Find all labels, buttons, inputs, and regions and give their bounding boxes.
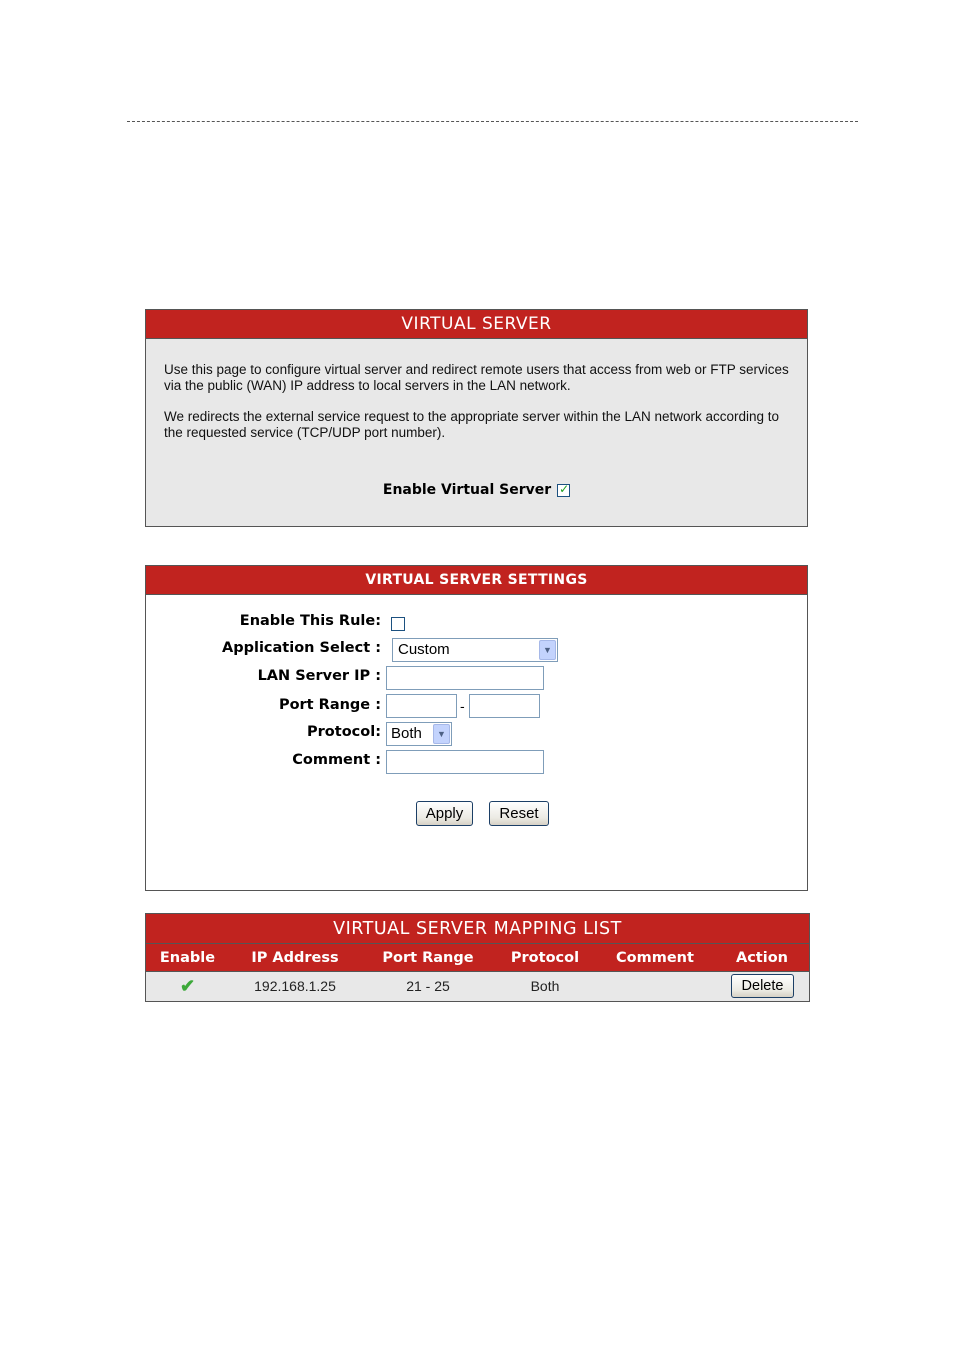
enable-virtual-server-label: Enable Virtual Server: [382, 482, 552, 498]
protocol-select-value: Both: [391, 725, 422, 742]
row-protocol: Both: [530, 978, 560, 994]
chevron-down-icon: ▼: [433, 724, 450, 744]
port-range-label: Port Range :: [278, 697, 381, 713]
column-header-port-range: Port Range: [382, 950, 474, 966]
virtual-server-description-2: We redirects the external service reques…: [164, 409, 780, 440]
table-row: ✔ 192.168.1.25 21 - 25 Both Delete: [146, 972, 809, 1001]
virtual-server-panel: VIRTUAL SERVER Use this page to configur…: [145, 309, 808, 527]
chevron-down-icon: ▼: [539, 640, 556, 660]
apply-button[interactable]: Apply: [416, 801, 473, 826]
checkmark-icon: ✓: [559, 481, 570, 496]
row-ip-address: 192.168.1.25: [254, 978, 336, 994]
virtual-server-description-1: Use this page to configure virtual serve…: [164, 362, 789, 393]
row-port-range: 21 - 25: [406, 978, 450, 994]
enable-rule-label: Enable This Rule:: [239, 613, 381, 629]
application-select-value: Custom: [398, 641, 450, 658]
column-header-comment: Comment: [616, 950, 694, 966]
protocol-select[interactable]: Both ▼: [386, 722, 452, 746]
protocol-label: Protocol:: [307, 724, 381, 740]
port-range-separator: -: [460, 700, 465, 715]
comment-label: Comment :: [292, 752, 381, 768]
port-range-start-input[interactable]: [386, 694, 457, 718]
comment-input[interactable]: [386, 750, 544, 774]
mapping-list-title: VIRTUAL SERVER MAPPING LIST: [146, 914, 809, 944]
application-select-label: Application Select :: [222, 640, 381, 656]
row-enable-cell: ✔: [150, 972, 225, 1001]
enable-virtual-server-checkbox[interactable]: ✓: [557, 481, 571, 497]
virtual-server-settings-panel: VIRTUAL SERVER SETTINGS Enable This Rule…: [145, 565, 808, 891]
delete-button[interactable]: Delete: [731, 974, 794, 998]
top-divider: [127, 121, 858, 122]
mapping-list-header-row: Enable IP Address Port Range Protocol Co…: [146, 944, 809, 972]
lan-server-ip-input[interactable]: [386, 666, 544, 690]
port-range-end-input[interactable]: [469, 694, 540, 718]
column-header-protocol: Protocol: [510, 950, 580, 966]
enable-virtual-server-row: Enable Virtual Server ✓: [146, 482, 807, 498]
mapping-list-panel: VIRTUAL SERVER MAPPING LIST Enable IP Ad…: [145, 913, 810, 1002]
enable-rule-checkbox[interactable]: [391, 617, 405, 631]
column-header-action: Action: [735, 950, 788, 966]
application-select[interactable]: Custom ▼: [392, 638, 558, 662]
check-icon: ✔: [179, 976, 196, 996]
lan-server-ip-label: LAN Server IP :: [257, 668, 381, 684]
column-header-ip-address: IP Address: [251, 950, 339, 966]
virtual-server-title: VIRTUAL SERVER: [146, 310, 807, 339]
reset-button[interactable]: Reset: [489, 801, 549, 826]
settings-title: VIRTUAL SERVER SETTINGS: [146, 566, 807, 595]
column-header-enable: Enable: [159, 950, 216, 966]
